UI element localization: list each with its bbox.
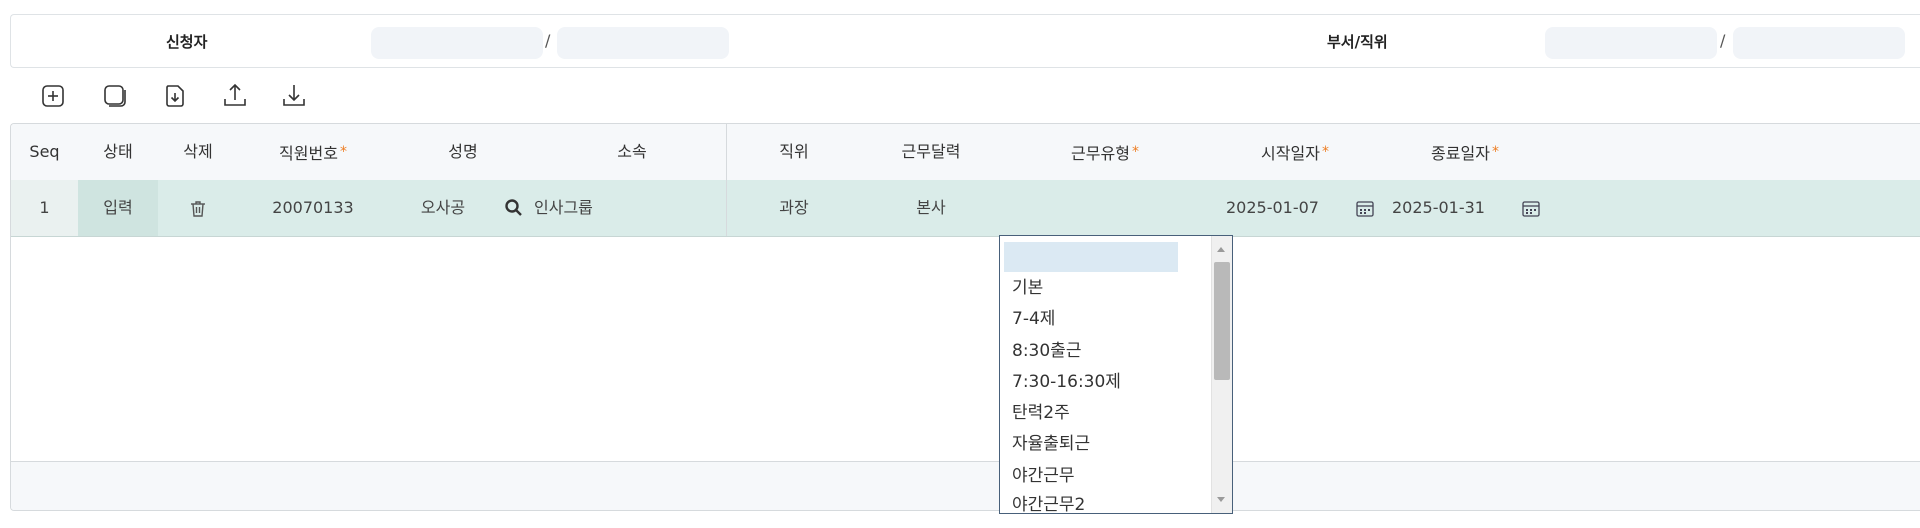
table-row[interactable]: 1 입력 20070133 오사공 인사그룹 과장 본사 2025-01-07 … [11,180,1920,292]
dropdown-option[interactable]: 7-4제 [1012,304,1055,334]
search-icon[interactable] [503,197,525,219]
required-mark: * [1491,144,1499,160]
seq-cell: 1 [39,198,50,217]
col-header-start-date[interactable]: 시작일자 * [1210,124,1380,180]
calendar-icon[interactable] [1521,199,1541,219]
required-mark: * [339,144,347,160]
position-cell[interactable]: 과장 [726,180,862,236]
col-header-status[interactable]: 상태 [78,124,158,180]
import-file-icon [166,85,184,107]
scrollbar-thumb[interactable] [1214,262,1230,380]
grid-footer [11,461,1920,510]
work-calendar-cell[interactable]: 본사 [862,180,1000,236]
status-cell: 입력 [103,198,133,217]
col-header-end-date-label: 종료일자 [1431,144,1490,163]
required-mark: * [1131,144,1139,160]
applicant-id-field[interactable] [371,27,543,59]
separator: / [545,31,551,50]
dropdown-option[interactable]: 야간근무2 [1012,490,1085,513]
selected-option-highlight [1004,242,1178,272]
col-header-delete[interactable]: 삭제 [158,124,238,180]
dropdown-scrollbar[interactable] [1211,236,1232,513]
end-date-cell[interactable]: 2025-01-31 [1392,180,1512,236]
calendar-icon[interactable] [1355,199,1375,219]
dropdown-option[interactable]: 탄력2주 [1012,398,1070,428]
scroll-down-arrow-icon[interactable] [1217,497,1225,502]
scroll-up-arrow-icon[interactable] [1217,247,1225,252]
col-header-name[interactable]: 성명 [388,124,538,180]
col-header-work-type[interactable]: 근무유형 * [1000,124,1210,180]
col-header-seq[interactable]: Seq [11,124,78,180]
dropdown-option[interactable]: 야간근무 [1012,461,1075,491]
copy-icon [104,85,126,107]
filter-panel: 신청자 / 부서/직위 / [10,14,1920,68]
upload-button[interactable] [220,80,250,112]
download-icon [283,85,305,106]
trash-icon[interactable] [188,199,208,219]
col-header-affiliation[interactable]: 소속 [538,124,726,180]
import-file-button[interactable] [160,80,190,112]
col-header-end-date[interactable]: 종료일자 * [1380,124,1550,180]
dropdown-option[interactable]: 기본 [1012,273,1043,303]
name-cell[interactable]: 오사공 [388,180,498,236]
applicant-name-field[interactable] [557,27,729,59]
start-date-cell[interactable]: 2025-01-07 [1226,180,1346,236]
col-header-emp-no-label: 직원번호 [279,144,338,163]
dropdown-option[interactable]: 자율출퇴근 [1012,429,1090,459]
col-header-emp-no[interactable]: 직원번호 * [238,124,388,180]
required-mark: * [1321,144,1329,160]
dept-position-label: 부서/직위 [1327,33,1388,51]
position-field[interactable] [1733,27,1905,59]
dept-field[interactable] [1545,27,1717,59]
dropdown-option[interactable]: 8:30출근 [1012,336,1081,366]
copy-button[interactable] [100,80,130,112]
work-type-dropdown[interactable]: 기본 7-4제 8:30출근 7:30-16:30제 탄력2주 자율출퇴근 야간… [999,235,1233,514]
affiliation-cell[interactable]: 인사그룹 [534,180,714,236]
column-divider [726,124,727,236]
separator: / [1720,31,1726,50]
grid-header: Seq 상태 삭제 직원번호 * 성명 소속 직위 근무달력 근무유형 * 시작일자… [11,124,1920,181]
col-header-work-type-label: 근무유형 [1071,144,1130,163]
add-icon [42,85,64,107]
download-button[interactable] [279,80,309,112]
col-header-position[interactable]: 직위 [726,124,862,180]
dropdown-option[interactable]: 7:30-16:30제 [1012,367,1121,397]
add-button[interactable] [38,80,68,112]
data-grid: Seq 상태 삭제 직원번호 * 성명 소속 직위 근무달력 근무유형 * 시작일자… [10,123,1920,511]
col-header-start-date-label: 시작일자 [1261,144,1320,163]
upload-icon [224,83,246,106]
applicant-label: 신청자 [166,33,208,51]
col-header-work-calendar[interactable]: 근무달력 [862,124,1000,180]
emp-no-cell[interactable]: 20070133 [238,180,388,236]
